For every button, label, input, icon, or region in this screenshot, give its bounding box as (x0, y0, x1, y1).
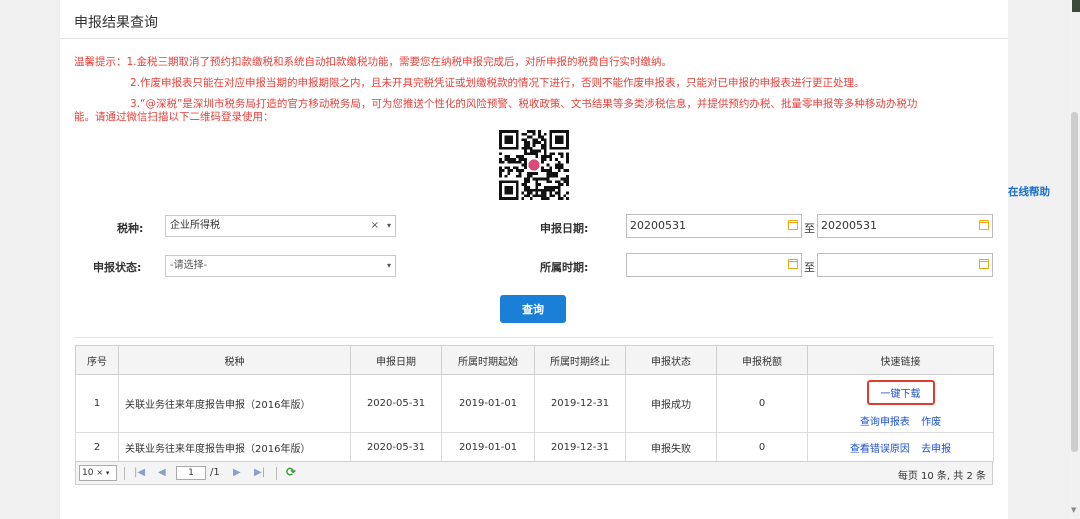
chevron-down-icon[interactable]: ▾ (387, 216, 391, 236)
result-table: 序号 税种 申报日期 所属时期起始 所属时期终止 申报状态 申报税额 快速链接 … (75, 345, 994, 462)
section-divider (74, 337, 994, 338)
declare-date-to-input[interactable]: 20200531 (817, 214, 993, 238)
calendar-icon[interactable] (788, 220, 798, 230)
notice-line-3a: 3.“@深税”是深圳市税务局打造的官方移动税务局，可为您推送个性化的风险预警、税… (130, 98, 918, 110)
one-click-download-link[interactable]: 一键下载 (881, 389, 921, 400)
refresh-icon[interactable]: ⟳ (286, 465, 296, 479)
pager-divider (276, 467, 277, 480)
col-header-status: 申报状态 (625, 345, 717, 375)
col-header-date: 申报日期 (350, 345, 442, 375)
last-page-icon[interactable]: ▶| (254, 467, 265, 478)
clear-icon[interactable]: × (96, 468, 103, 477)
corner-widget-icon (1072, 0, 1080, 12)
col-header-links: 快速链接 (807, 345, 994, 375)
void-link[interactable]: 作废 (921, 417, 941, 428)
title-divider (60, 38, 1008, 39)
chevron-down-icon[interactable]: ▾ (106, 469, 110, 477)
query-button[interactable]: 查询 (500, 295, 566, 323)
pager-divider (124, 467, 125, 480)
col-header-no: 序号 (75, 345, 119, 375)
notice-line-1: 温馨提示：1.金税三期取消了预约扣款缴税和系统自动扣款缴税功能，需要您在纳税申报… (74, 56, 673, 68)
row-amount: 0 (716, 432, 808, 462)
table-header-row: 序号 税种 申报日期 所属时期起始 所属时期终止 申报状态 申报税额 快速链接 (75, 345, 994, 375)
to-label: 至 (804, 261, 815, 274)
next-page-icon[interactable]: ▶ (233, 467, 241, 478)
row-amount: 0 (716, 374, 808, 433)
status-placeholder: -请选择- (170, 260, 208, 271)
col-header-amount: 申报税额 (716, 345, 808, 375)
row-end: 2019-12-31 (534, 432, 626, 462)
col-header-start: 所属时期起始 (441, 345, 535, 375)
qr-code-image (499, 130, 569, 200)
page-number-input[interactable]: 1 (176, 466, 206, 480)
online-help-link[interactable]: 在线帮助 (1008, 184, 1050, 199)
prev-page-icon[interactable]: ◀ (158, 467, 166, 478)
highlight-box: 一键下载 (866, 379, 935, 405)
chevron-down-icon[interactable]: ▾ (387, 256, 391, 276)
row-no: 2 (75, 432, 119, 462)
row-tax: 关联业务往来年度报告申报（2016年版） (118, 374, 351, 433)
declare-date-to-value: 20200531 (821, 219, 877, 232)
status-label: 申报状态: (93, 261, 142, 274)
calendar-icon[interactable] (979, 220, 989, 230)
row-status: 申报成功 (625, 374, 717, 433)
table-row: 2 关联业务往来年度报告申报（2016年版） 2020-05-31 2019-0… (75, 432, 994, 462)
declare-date-from-value: 20200531 (630, 219, 686, 232)
period-to-input[interactable] (817, 253, 993, 277)
view-error-reason-link[interactable]: 查看错误原因 (850, 444, 910, 455)
page-size-select[interactable]: 10 × ▾ (79, 465, 117, 481)
row-start: 2019-01-01 (441, 374, 535, 433)
page-size-value: 10 (82, 468, 94, 478)
tax-type-value: 企业所得税 (170, 220, 220, 231)
first-page-icon[interactable]: |◀ (134, 467, 145, 478)
status-select[interactable]: -请选择- ▾ (165, 255, 396, 277)
row-tax: 关联业务往来年度报告申报（2016年版） (118, 432, 351, 462)
view-declaration-link[interactable]: 查询申报表 (860, 417, 910, 428)
main-panel: 申报结果查询 温馨提示：1.金税三期取消了预约扣款缴税和系统自动扣款缴税功能，需… (60, 0, 1008, 519)
scrollbar-thumb[interactable] (1071, 112, 1078, 452)
table-row: 1 关联业务往来年度报告申报（2016年版） 2020-05-31 2019-0… (75, 374, 994, 433)
row-start: 2019-01-01 (441, 432, 535, 462)
pagination-bar: 10 × ▾ |◀ ◀ 1 /1 ▶ ▶| ⟳ 每页 10 条, 共 2 条 (75, 461, 993, 485)
calendar-icon[interactable] (979, 259, 989, 269)
row-status: 申报失败 (625, 432, 717, 462)
period-label: 所属时期: (540, 261, 589, 274)
page-title: 申报结果查询 (74, 15, 158, 31)
declare-date-label: 申报日期: (540, 222, 589, 235)
notice-line-2: 2.作废申报表只能在对应申报当期的申报期限之内，且未开具完税凭证或划缴税款的情况… (130, 77, 865, 89)
calendar-icon[interactable] (788, 259, 798, 269)
pager-summary: 每页 10 条, 共 2 条 (897, 471, 986, 482)
go-declare-link[interactable]: 去申报 (921, 444, 951, 455)
declare-date-from-input[interactable]: 20200531 (626, 214, 802, 238)
col-header-tax: 税种 (118, 345, 351, 375)
row-links: 查看错误原因 去申报 (807, 432, 994, 462)
col-header-end: 所属时期终止 (534, 345, 626, 375)
row-date: 2020-05-31 (350, 432, 442, 462)
row-date: 2020-05-31 (350, 374, 442, 433)
tax-type-label: 税种: (117, 222, 144, 235)
scroll-down-arrow-icon[interactable]: ▼ (1071, 506, 1076, 514)
notice-line-3b: 能。请通过微信扫描以下二维码登录使用： (74, 111, 274, 123)
to-label: 至 (804, 222, 815, 235)
row-no: 1 (75, 374, 119, 433)
clear-icon[interactable]: × (371, 216, 379, 236)
total-pages: /1 (210, 467, 220, 478)
period-from-input[interactable] (626, 253, 802, 277)
tax-type-select[interactable]: 企业所得税 × ▾ (165, 215, 396, 237)
row-links: 一键下载 查询申报表 作废 (807, 374, 994, 433)
row-end: 2019-12-31 (534, 374, 626, 433)
